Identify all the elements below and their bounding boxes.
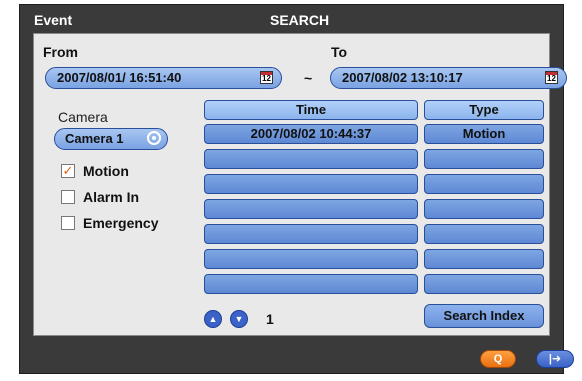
camera-select-value: Camera 1 (65, 131, 124, 146)
table-row-type[interactable] (424, 199, 544, 219)
page-up-icon[interactable]: ▲ (204, 310, 222, 328)
camera-label: Camera (58, 109, 108, 125)
from-date-value: 2007/08/01/ 16:51:40 (57, 70, 182, 85)
calendar-icon[interactable]: 12 (545, 71, 558, 84)
alarm-in-label: Alarm In (83, 189, 140, 205)
page-down-icon[interactable]: ▼ (230, 310, 248, 328)
search-window: Event SEARCH From To 2007/08/01/ 16:51:4… (19, 4, 574, 374)
to-label: To (331, 44, 348, 60)
from-date-field[interactable]: 2007/08/01/ 16:51:40 12 (45, 67, 282, 89)
alarm-in-checkbox[interactable] (61, 190, 75, 204)
search-icon: Q (493, 353, 503, 365)
range-separator: ~ (304, 70, 313, 86)
table-row-type[interactable] (424, 174, 544, 194)
emergency-checkbox[interactable] (61, 216, 75, 230)
search-index-button[interactable]: Search Index (424, 304, 544, 328)
time-column-header[interactable]: Time (204, 100, 418, 120)
type-column-header[interactable]: Type (424, 100, 544, 120)
camera-select[interactable]: Camera 1 (54, 128, 168, 150)
calendar-icon[interactable]: 12 (260, 71, 273, 84)
table-row-time[interactable] (204, 149, 418, 169)
table-row-type[interactable] (424, 224, 544, 244)
window-heading: SEARCH (270, 12, 330, 28)
from-label: From (43, 44, 78, 60)
window-title: Event (34, 12, 73, 28)
table-row-time[interactable] (204, 224, 418, 244)
check-mark-icon: ✓ (62, 163, 74, 178)
table-row-time[interactable] (204, 199, 418, 219)
cycle-icon (147, 131, 161, 145)
to-date-field[interactable]: 2007/08/02 13:10:17 12 (330, 67, 567, 89)
table-row-type[interactable]: Motion (424, 124, 544, 144)
search-panel: From To 2007/08/01/ 16:51:40 12 ~ 2007/0… (33, 33, 567, 336)
table-row-type[interactable] (424, 274, 544, 294)
emergency-label: Emergency (83, 215, 159, 231)
motion-checkbox[interactable]: ✓ (61, 164, 75, 178)
table-row-time[interactable] (204, 249, 418, 269)
motion-label: Motion (83, 163, 129, 179)
table-row-type[interactable] (424, 249, 544, 269)
exit-button[interactable]: |➜ (536, 350, 574, 368)
exit-icon: |➜ (548, 353, 562, 365)
table-row-time[interactable] (204, 274, 418, 294)
table-row-type[interactable] (424, 149, 544, 169)
table-row-time[interactable]: 2007/08/02 10:44:37 (204, 124, 418, 144)
search-button[interactable]: Q (480, 350, 516, 368)
page-number: 1 (266, 311, 274, 327)
table-row-time[interactable] (204, 174, 418, 194)
to-date-value: 2007/08/02 13:10:17 (342, 70, 463, 85)
